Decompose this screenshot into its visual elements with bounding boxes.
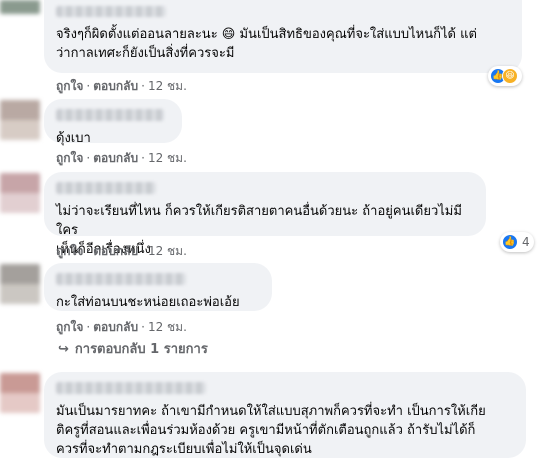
reply-link[interactable]: ตอบกลับ [93, 79, 138, 93]
comment-author-name[interactable] [56, 6, 166, 17]
reaction-summary[interactable]: 👍 😆 [488, 66, 522, 86]
reaction-summary[interactable]: 👍 4 [500, 232, 534, 252]
timestamp[interactable]: 12 ชม. [148, 151, 187, 165]
comment-bubble: กะใส่ท่อนบนชะหน่อยเถอะพ่อเอ้ย [44, 263, 272, 311]
comment-author-name[interactable] [56, 109, 164, 121]
timestamp[interactable]: 12 ชม. [148, 244, 187, 258]
view-replies-link[interactable]: ↪ การตอบกลับ 1 รายการ [58, 341, 208, 359]
replies-label: การตอบกลับ 1 รายการ [74, 342, 208, 357]
like-icon: 👍 [502, 234, 518, 250]
comment-bubble: ดุ้งเบา [44, 99, 182, 146]
reply-link[interactable]: ตอบกลับ [93, 244, 138, 258]
avatar[interactable] [0, 100, 40, 140]
comment-actions: ถูกใจ · ตอบกลับ · 12 ชม. [56, 320, 187, 334]
comment-author-name[interactable] [56, 382, 206, 394]
comment-author-name[interactable] [56, 273, 186, 285]
comment-bubble: ไม่ว่าจะเรียนที่ไหน ก็ควรให้เกียรติสายตา… [44, 172, 486, 257]
comment-text: กะใส่ท่อนบนชะหน่อยเถอะพ่อเอ้ย [56, 295, 240, 310]
comment-text: จริงๆก็ผิดตั้งแต่ออนลายละนะ 😄 มันเป็นสิท… [56, 27, 477, 61]
timestamp[interactable]: 12 ชม. [148, 79, 187, 93]
reaction-count: 4 [522, 235, 530, 249]
avatar[interactable] [0, 373, 40, 413]
comment-bubble: มันเป็นมารยาทคะ ถ้าเขามีกำหนดให้ใส่แบบสุ… [44, 372, 526, 458]
reply-arrow-icon: ↪ [58, 342, 69, 357]
like-link[interactable]: ถูกใจ [56, 151, 83, 165]
reply-link[interactable]: ตอบกลับ [93, 320, 138, 334]
comment-actions: ถูกใจ · ตอบกลับ · 12 ชม. [56, 244, 187, 258]
comment-author-name[interactable] [56, 182, 156, 194]
avatar[interactable] [0, 0, 40, 14]
comment-text: มันเป็นมารยาทคะ ถ้าเขามีกำหนดให้ใส่แบบสุ… [56, 404, 486, 457]
avatar[interactable] [0, 173, 40, 213]
like-link[interactable]: ถูกใจ [56, 320, 83, 334]
like-link[interactable]: ถูกใจ [56, 79, 83, 93]
reply-link[interactable]: ตอบกลับ [93, 151, 138, 165]
comment-text: ดุ้งเบา [56, 131, 91, 146]
comment-actions: ถูกใจ · ตอบกลับ · 12 ชม. [56, 151, 187, 165]
haha-icon: 😆 [502, 68, 518, 84]
like-link[interactable]: ถูกใจ [56, 244, 83, 258]
comment-bubble: จริงๆก็ผิดตั้งแต่ออนลายละนะ 😄 มันเป็นสิท… [44, 0, 522, 73]
avatar[interactable] [0, 264, 40, 304]
comment-actions: ถูกใจ · ตอบกลับ · 12 ชม. [56, 79, 187, 93]
timestamp[interactable]: 12 ชม. [148, 320, 187, 334]
